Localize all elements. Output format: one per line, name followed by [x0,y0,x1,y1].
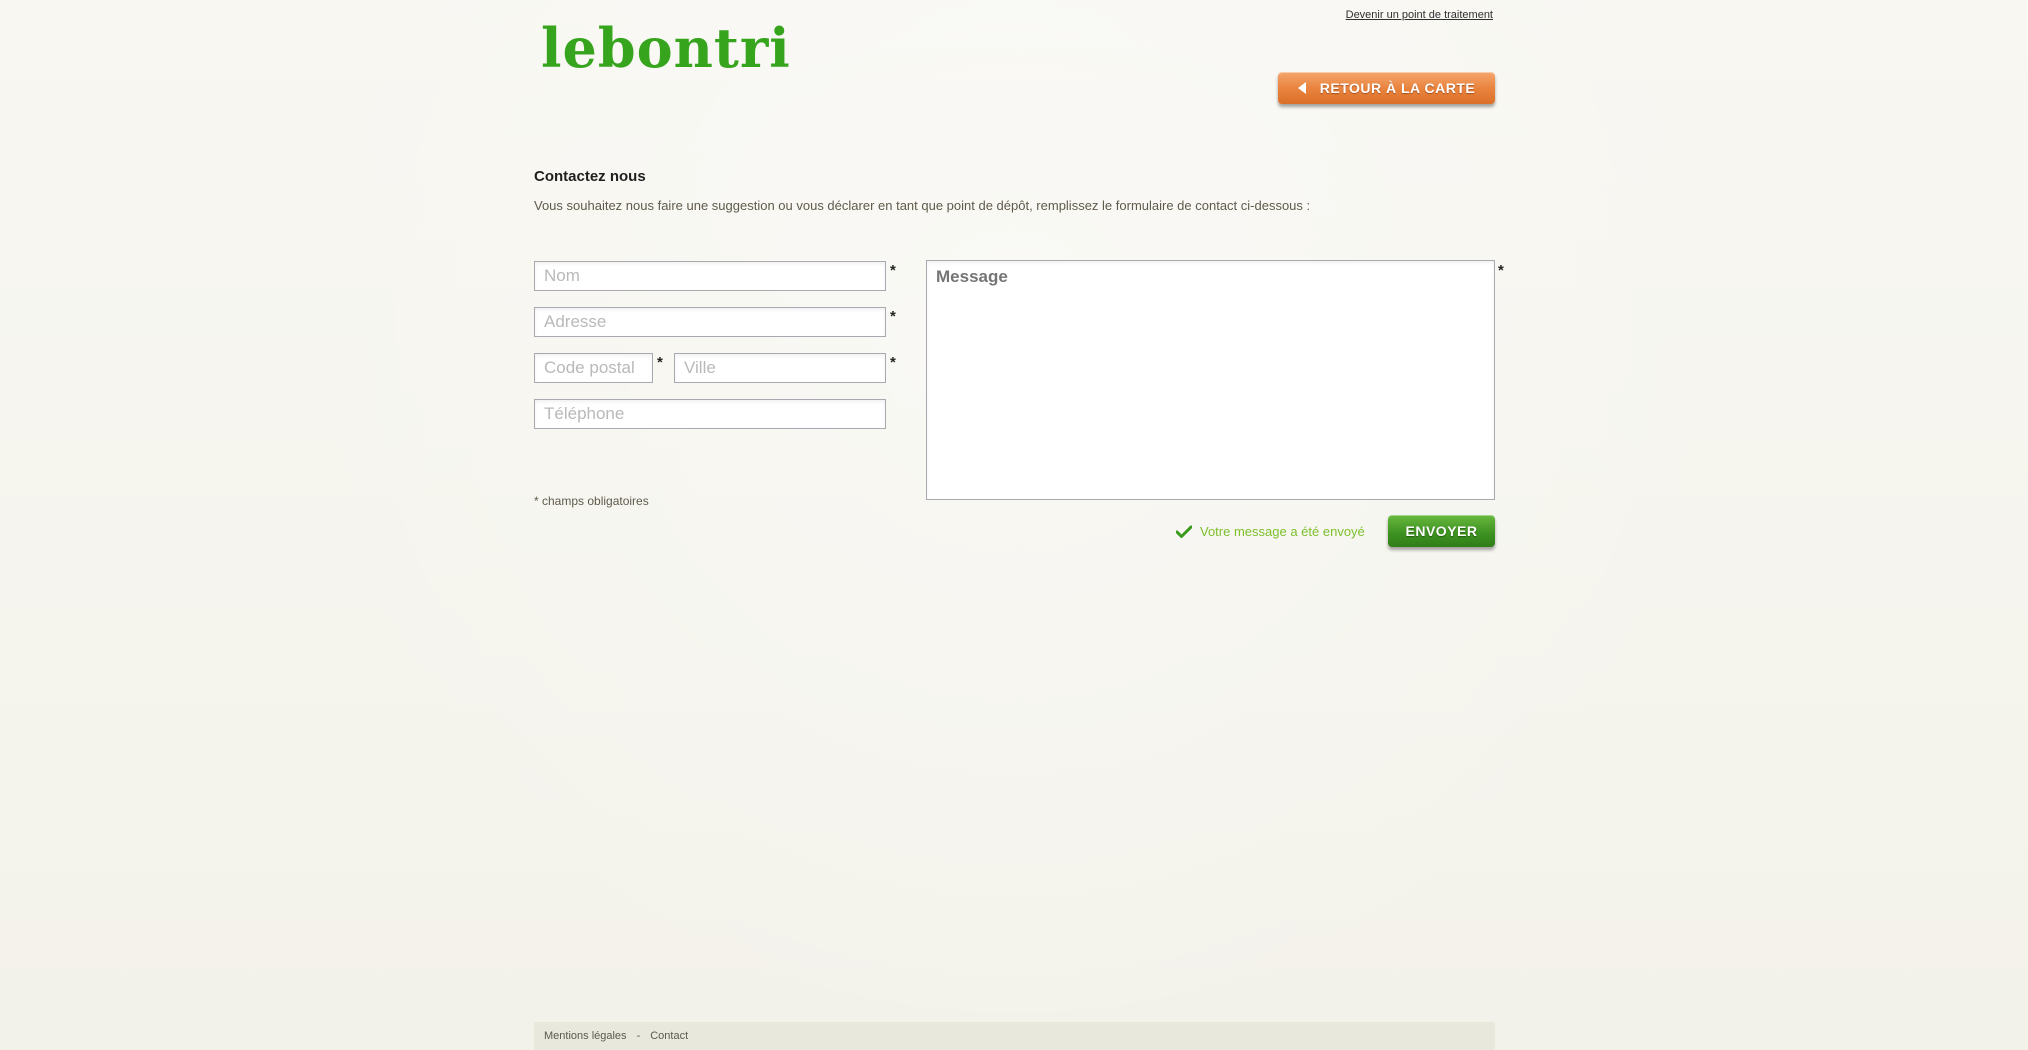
address-input[interactable] [534,307,886,337]
name-input[interactable] [534,261,886,291]
contact-link[interactable]: Contact [650,1030,688,1042]
logo-text: lebontri [541,16,791,80]
required-fields-note: * champs obligatoires [534,494,649,508]
required-star: * [890,308,896,325]
back-to-map-label: RETOUR À LA CARTE [1319,80,1476,96]
required-star: * [890,262,896,279]
required-star: * [657,354,663,371]
required-star: * [1498,262,1504,279]
page: Devenir un point de traitement lebontri … [534,0,1504,1050]
triangle-left-icon [1297,82,1306,94]
legal-notice-link[interactable]: Mentions légales [544,1030,627,1042]
footer-separator: - [636,1030,641,1042]
page-title: Contactez nous [534,168,646,185]
status-text: Votre message a été envoyé [1200,524,1365,539]
send-button[interactable]: ENVOYER [1388,515,1495,547]
footer: Mentions légales - Contact [534,1022,1495,1050]
message-textarea[interactable] [926,260,1495,500]
phone-input[interactable] [534,399,886,429]
become-treatment-point-link[interactable]: Devenir un point de traitement [1346,9,1493,21]
intro-text: Vous souhaitez nous faire une suggestion… [534,198,1311,213]
back-to-map-button[interactable]: RETOUR À LA CARTE [1278,72,1495,104]
checkmark-icon [1176,525,1192,538]
postal-code-input[interactable] [534,353,653,383]
city-input[interactable] [674,353,886,383]
status-message: Votre message a été envoyé [1176,524,1365,539]
logo[interactable]: lebontri [541,18,790,78]
required-star: * [890,354,896,371]
